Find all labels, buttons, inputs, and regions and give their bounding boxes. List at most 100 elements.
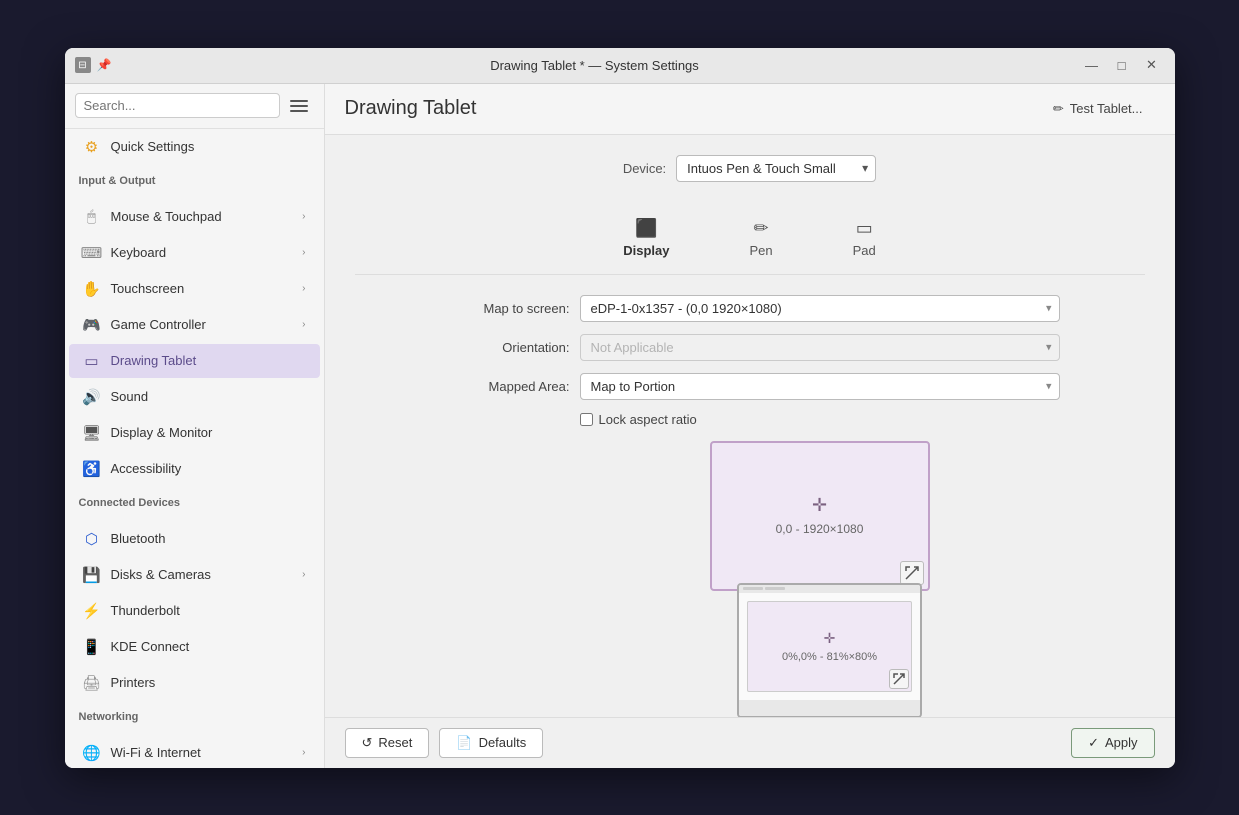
sidebar-item-drawing-tablet[interactable]: ▭ Drawing Tablet: [69, 344, 320, 378]
content-body: Device: Intuos Pen & Touch Small ⬛ Displ…: [325, 135, 1175, 717]
portion-label: 0%,0% - 81%×80%: [782, 651, 877, 663]
sidebar-item-label: KDE Connect: [111, 639, 306, 654]
map-to-screen-row: Map to screen: eDP-1-0x1357 - (0,0 1920×…: [440, 295, 1060, 322]
map-to-screen-control: eDP-1-0x1357 - (0,0 1920×1080): [580, 295, 1060, 322]
device-select-wrapper: Intuos Pen & Touch Small: [676, 155, 876, 182]
search-input[interactable]: [75, 93, 280, 118]
device-label: Device:: [623, 161, 666, 176]
orientation-row: Orientation: Not Applicable: [440, 334, 1060, 361]
search-row: [65, 84, 324, 129]
screen-resize-button[interactable]: [900, 561, 924, 585]
map-to-screen-label: Map to screen:: [440, 301, 570, 316]
minimize-button[interactable]: —: [1079, 54, 1105, 76]
maximize-button[interactable]: □: [1109, 54, 1135, 76]
portion-resize-button[interactable]: [889, 669, 909, 689]
sidebar-item-keyboard[interactable]: ⌨ Keyboard ›: [69, 236, 320, 270]
titlebar-left: ⊟ 📌: [75, 57, 111, 73]
tablet-frame-bottom: [739, 700, 920, 716]
sidebar-item-printers[interactable]: 🖨 Printers: [69, 666, 320, 700]
sidebar-item-label: Keyboard: [111, 245, 293, 260]
sidebar-item-quick-settings[interactable]: ⚙ Quick Settings: [69, 130, 320, 164]
hamburger-button[interactable]: [286, 92, 314, 120]
defaults-label: Defaults: [479, 735, 527, 750]
section-header-connected: Connected Devices: [65, 487, 324, 513]
device-select[interactable]: Intuos Pen & Touch Small: [676, 155, 876, 182]
sidebar-item-disks[interactable]: 💾 Disks & Cameras ›: [69, 558, 320, 592]
apply-button[interactable]: ✓ Apply: [1071, 728, 1154, 758]
orientation-label: Orientation:: [440, 340, 570, 355]
sound-icon: 🔊: [83, 388, 101, 406]
keyboard-icon: ⌨: [83, 244, 101, 262]
sidebar-item-sound[interactable]: 🔊 Sound: [69, 380, 320, 414]
reset-button[interactable]: ↺ Reset: [345, 728, 430, 758]
screen-rect: ✛ 0,0 - 1920×1080: [710, 441, 930, 591]
screen-label: 0,0 - 1920×1080: [776, 522, 864, 536]
pen-tab-icon: ✏: [754, 218, 769, 239]
tab-display[interactable]: ⬛ Display: [603, 212, 689, 264]
disk-icon: 💾: [83, 566, 101, 584]
sidebar-item-label: Printers: [111, 675, 306, 690]
settings-form: Map to screen: eDP-1-0x1357 - (0,0 1920×…: [440, 295, 1060, 717]
portion-move-icon: ✛: [824, 630, 836, 647]
test-tablet-button[interactable]: ✏ Test Tablet...: [1041, 96, 1155, 122]
orientation-select[interactable]: Not Applicable: [580, 334, 1060, 361]
section-header-networking: Networking: [65, 701, 324, 727]
tablet-portion-wrapper: ✛ 0%,0% - 81%×80%: [710, 591, 930, 717]
sidebar: ⚙ Quick Settings Input & Output 🖱 Mouse …: [65, 84, 325, 768]
reset-icon: ↺: [362, 735, 373, 751]
tab-pad[interactable]: ▭ Pad: [833, 212, 896, 264]
tab-pen[interactable]: ✏ Pen: [729, 212, 792, 264]
display-tab-label: Display: [623, 243, 669, 258]
sidebar-item-label: Thunderbolt: [111, 603, 306, 618]
sidebar-item-wifi[interactable]: 🌐 Wi-Fi & Internet ›: [69, 736, 320, 768]
display-tab-icon: ⬛: [635, 218, 657, 239]
sidebar-item-label: Display & Monitor: [111, 425, 306, 440]
tablet-frame-top: [739, 585, 920, 593]
printers-icon: 🖨: [83, 674, 101, 692]
pen-icon: ✏: [1053, 101, 1064, 117]
tablet-frame: ✛ 0%,0% - 81%×80%: [737, 583, 922, 717]
lock-aspect-label: Lock aspect ratio: [599, 412, 697, 427]
thunderbolt-icon: ⚡: [83, 602, 101, 620]
mapped-area-control: Map to Portion: [580, 373, 1060, 400]
sidebar-item-label: Bluetooth: [111, 531, 306, 546]
device-row: Device: Intuos Pen & Touch Small: [355, 155, 1145, 182]
map-to-screen-select[interactable]: eDP-1-0x1357 - (0,0 1920×1080): [580, 295, 1060, 322]
bluetooth-icon: ⬡: [83, 530, 101, 548]
window-title: Drawing Tablet * — System Settings: [111, 58, 1079, 73]
wifi-icon: 🌐: [83, 744, 101, 762]
lock-aspect-checkbox[interactable]: [580, 413, 593, 426]
main-layout: ⚙ Quick Settings Input & Output 🖱 Mouse …: [65, 84, 1175, 768]
tablet-display-area: ✛ 0,0 - 1920×1080: [580, 441, 1060, 717]
sidebar-item-label: Sound: [111, 389, 306, 404]
bottom-left: ↺ Reset 📄 Defaults: [345, 728, 544, 758]
sidebar-item-thunderbolt[interactable]: ⚡ Thunderbolt: [69, 594, 320, 628]
sidebar-item-mouse[interactable]: 🖱 Mouse & Touchpad ›: [69, 200, 320, 234]
sidebar-item-label: Quick Settings: [111, 139, 306, 154]
sidebar-item-bluetooth[interactable]: ⬡ Bluetooth: [69, 522, 320, 556]
sidebar-item-display[interactable]: 🖥 Display & Monitor: [69, 416, 320, 450]
chevron-right-icon: ›: [302, 569, 305, 580]
pad-tab-label: Pad: [853, 243, 876, 258]
orientation-control: Not Applicable: [580, 334, 1060, 361]
lock-aspect-row: Lock aspect ratio: [580, 412, 1060, 427]
sidebar-item-kde-connect[interactable]: 📱 KDE Connect: [69, 630, 320, 664]
chevron-right-icon: ›: [302, 247, 305, 258]
pad-tab-icon: ▭: [856, 218, 873, 239]
sidebar-item-accessibility[interactable]: ♿ Accessibility: [69, 452, 320, 486]
display-icon: 🖥: [83, 424, 101, 442]
chevron-right-icon: ›: [302, 211, 305, 222]
apply-icon: ✓: [1088, 735, 1099, 751]
tab-bar: ⬛ Display ✏ Pen ▭ Pad: [355, 202, 1145, 275]
mapped-area-select[interactable]: Map to Portion: [580, 373, 1060, 400]
window-controls: — □ ✕: [1079, 54, 1165, 76]
defaults-button[interactable]: 📄 Defaults: [439, 728, 543, 758]
chevron-right-icon: ›: [302, 747, 305, 758]
close-button[interactable]: ✕: [1139, 54, 1165, 76]
mapped-area-label: Mapped Area:: [440, 379, 570, 394]
sidebar-item-label: Game Controller: [111, 317, 293, 332]
sidebar-item-touchscreen[interactable]: ✋ Touchscreen ›: [69, 272, 320, 306]
sidebar-item-game-controller[interactable]: 🎮 Game Controller ›: [69, 308, 320, 342]
kde-connect-icon: 📱: [83, 638, 101, 656]
content-area: Drawing Tablet ✏ Test Tablet... Device: …: [325, 84, 1175, 768]
